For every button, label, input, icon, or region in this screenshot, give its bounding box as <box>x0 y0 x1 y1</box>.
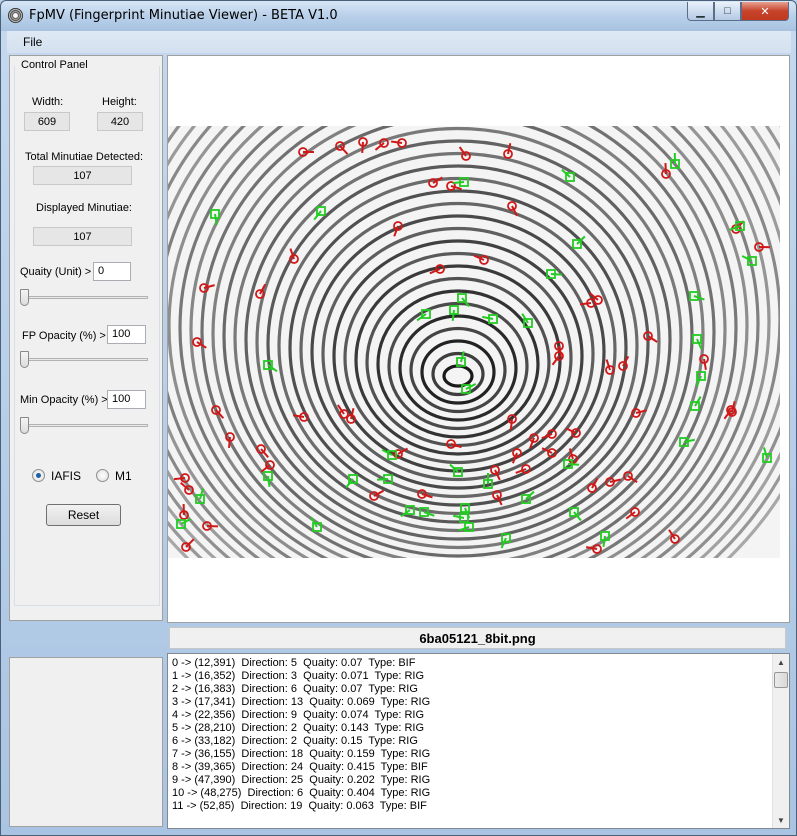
list-item[interactable]: 0 -> (12,391) Direction: 5 Quaity: 0.07 … <box>172 657 415 669</box>
total-minutiae-value: 107 <box>33 166 132 185</box>
reset-button[interactable]: Reset <box>46 504 121 526</box>
displayed-minutiae-label: Displayed Minutiae: <box>36 202 132 214</box>
height-value: 420 <box>97 112 143 131</box>
radio-iafis[interactable] <box>32 469 45 482</box>
close-button[interactable]: ✕ <box>741 2 789 21</box>
min-opacity-input[interactable]: 100 <box>107 390 146 409</box>
fp-opacity-slider-track <box>20 358 148 361</box>
minimize-button[interactable]: ▁ <box>687 2 714 21</box>
min-opacity-slider-thumb[interactable] <box>20 417 29 434</box>
quality-input[interactable]: 0 <box>93 262 131 281</box>
title-bar[interactable]: FpMV (Fingerprint Minutiae Viewer) - BET… <box>1 1 796 31</box>
left-info-panel <box>9 657 163 827</box>
window-title: FpMV (Fingerprint Minutiae Viewer) - BET… <box>29 8 338 23</box>
minutia-direction <box>664 162 667 175</box>
quality-label: Quaity (Unit) > <box>20 266 92 278</box>
list-item[interactable]: 2 -> (16,383) Direction: 6 Quaity: 0.07 … <box>172 683 418 695</box>
maximize-icon: □ <box>724 5 731 17</box>
control-panel-title: Control Panel <box>20 59 89 71</box>
app-window: FpMV (Fingerprint Minutiae Viewer) - BET… <box>0 0 797 836</box>
list-item[interactable]: 1 -> (16,352) Direction: 3 Quaity: 0.071… <box>172 670 424 682</box>
radio-m1[interactable] <box>96 469 109 482</box>
minimize-icon: ▁ <box>696 5 705 18</box>
listbox-scrollbar[interactable]: ▲ ▼ <box>772 654 789 828</box>
minutia-direction <box>550 273 563 276</box>
image-filename: 6ba05121_8bit.png <box>169 627 786 649</box>
list-item[interactable]: 11 -> (52,85) Direction: 19 Quaity: 0.06… <box>172 800 427 812</box>
scroll-up-icon[interactable]: ▲ <box>773 654 789 670</box>
minutia-direction <box>173 477 186 481</box>
radio-iafis-label[interactable]: IAFIS <box>51 469 81 483</box>
quality-slider-thumb[interactable] <box>20 289 29 306</box>
list-item[interactable]: 9 -> (47,390) Direction: 25 Quaity: 0.20… <box>172 774 430 786</box>
list-item[interactable]: 10 -> (48,275) Direction: 6 Quaity: 0.40… <box>172 787 430 799</box>
fingerprint-icon[interactable] <box>8 8 23 23</box>
minutiae-listbox[interactable]: 0 -> (12,391) Direction: 5 Quaity: 0.07 … <box>167 653 790 829</box>
list-item[interactable]: 3 -> (17,341) Direction: 13 Quaity: 0.06… <box>172 696 430 708</box>
height-label: Height: <box>102 96 137 108</box>
minutia-direction <box>376 478 389 481</box>
fp-opacity-input[interactable]: 100 <box>107 325 146 344</box>
list-item[interactable]: 6 -> (33,182) Direction: 2 Quaity: 0.15 … <box>172 735 418 747</box>
menu-file[interactable]: File <box>23 35 42 49</box>
minutia-direction <box>579 302 592 306</box>
width-label: Width: <box>32 96 64 108</box>
maximize-button[interactable]: □ <box>714 2 741 21</box>
control-panel: Control Panel Width: Height: 609 420 Tot… <box>9 55 163 621</box>
min-opacity-label: Min Opacity (%) > <box>20 394 108 406</box>
menu-bar: File <box>7 31 791 53</box>
minutia-direction <box>567 463 580 466</box>
min-opacity-slider[interactable] <box>20 416 152 436</box>
list-item[interactable]: 5 -> (28,210) Direction: 2 Quaity: 0.143… <box>172 722 424 734</box>
width-value: 609 <box>24 112 70 131</box>
minutia-direction <box>361 141 364 154</box>
scroll-down-icon[interactable]: ▼ <box>773 812 789 828</box>
quality-slider[interactable] <box>20 288 152 308</box>
minutia-direction <box>509 418 513 431</box>
fp-opacity-slider[interactable] <box>20 350 152 370</box>
minutia-direction <box>452 181 465 184</box>
fp-opacity-label: FP Opacity (%) > <box>22 330 106 342</box>
fp-opacity-slider-thumb[interactable] <box>20 351 29 368</box>
minutia-direction <box>451 309 455 322</box>
radio-m1-label[interactable]: M1 <box>115 469 132 483</box>
close-icon: ✕ <box>760 5 770 18</box>
displayed-minutiae-value: 107 <box>33 227 132 246</box>
min-opacity-slider-track <box>20 424 148 427</box>
fingerprint-viewer[interactable] <box>167 55 790 623</box>
list-item[interactable]: 4 -> (22,356) Direction: 9 Quaity: 0.074… <box>172 709 424 721</box>
total-minutiae-label: Total Minutiae Detected: <box>25 151 144 163</box>
list-item[interactable]: 8 -> (39,365) Direction: 24 Quaity: 0.41… <box>172 761 428 773</box>
minutia-direction <box>228 436 231 449</box>
scrollbar-thumb[interactable] <box>774 672 788 688</box>
fingerprint-image[interactable] <box>168 126 789 558</box>
quality-slider-track <box>20 296 148 299</box>
list-item[interactable]: 7 -> (36,155) Direction: 18 Quaity: 0.15… <box>172 748 430 760</box>
